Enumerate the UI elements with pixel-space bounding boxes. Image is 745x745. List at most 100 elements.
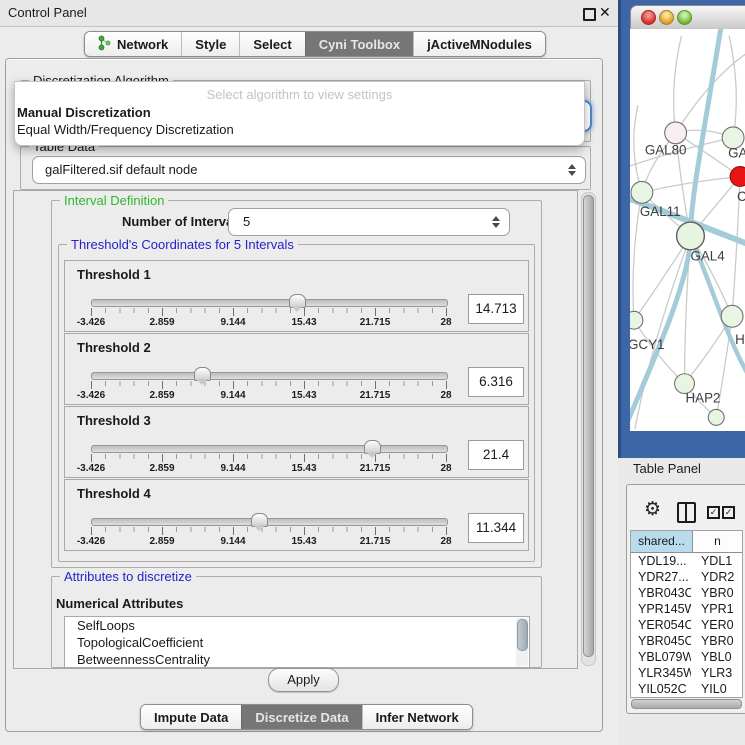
- threshold-slider-handle[interactable]: [251, 513, 268, 527]
- node-attribute-table[interactable]: shared... n YDL19...YDL1YDR27...YDR2YBR0…: [630, 530, 743, 698]
- column-header-shared[interactable]: shared...: [631, 531, 693, 552]
- table-body: YDL19...YDL1YDR27...YDR2YBR043CYBR0YPR14…: [631, 553, 742, 697]
- table-row[interactable]: YPR145WYPR1: [631, 601, 742, 617]
- threshold-slider-track[interactable]: [91, 518, 448, 526]
- checkbox-icon[interactable]: ✓: [722, 506, 735, 519]
- tick-label: 28: [440, 536, 451, 547]
- tab-infer-network[interactable]: Infer Network: [362, 705, 472, 729]
- split-view-icon[interactable]: [677, 502, 696, 523]
- node-gal80[interactable]: [665, 122, 687, 144]
- list-scrollbar[interactable]: [516, 618, 528, 666]
- tab-discretize-data[interactable]: Discretize Data: [241, 705, 361, 729]
- threshold-slider-track[interactable]: [91, 445, 448, 453]
- threshold-label: Threshold 4: [77, 486, 151, 501]
- node-red-selected[interactable]: [730, 167, 745, 187]
- close-icon[interactable]: ✕: [599, 4, 611, 21]
- float-window-icon[interactable]: [583, 8, 596, 21]
- popup-option-equal-width[interactable]: Equal Width/Frequency Discretization: [17, 122, 234, 137]
- threshold-slider-handle[interactable]: [364, 440, 381, 454]
- tab-jactivemnodules[interactable]: jActiveMNodules: [413, 32, 545, 56]
- table-cell: YER0: [691, 617, 742, 633]
- table-cell: YDL19...: [631, 553, 691, 569]
- scrollbar-thumb[interactable]: [583, 195, 594, 657]
- threshold-4-panel: Threshold 4 -3.4262.8599.14415.4321.7152…: [64, 479, 529, 551]
- table-row[interactable]: YBR045CYBR0: [631, 633, 742, 649]
- checkbox-icon[interactable]: ✓: [707, 506, 720, 519]
- table-row[interactable]: YBL079WYBL0: [631, 649, 742, 665]
- node-label-partial: GA: [728, 146, 745, 161]
- node-gcy1[interactable]: [630, 311, 643, 329]
- spinner-value: 5: [243, 214, 250, 229]
- threshold-value-field[interactable]: 6.316: [468, 367, 524, 397]
- tab-label: Style: [195, 37, 226, 52]
- node-bottom[interactable]: [708, 409, 724, 425]
- threshold-label: Threshold 2: [77, 340, 151, 355]
- threshold-value-field[interactable]: 11.344: [468, 513, 524, 543]
- table-data-value: galFiltered.sif default node: [45, 162, 197, 177]
- tab-select[interactable]: Select: [239, 32, 304, 56]
- node-gal4[interactable]: [677, 222, 705, 250]
- threshold-value-field[interactable]: 14.713: [468, 294, 524, 324]
- table-cell: YLR3: [691, 665, 742, 681]
- apply-button[interactable]: Apply: [268, 668, 339, 692]
- slider-scale-labels: -3.4262.8599.14415.4321.71528: [91, 381, 446, 401]
- scrollbar-thumb[interactable]: [517, 619, 528, 651]
- tab-label: Infer Network: [376, 710, 459, 725]
- top-tab-bar: Network Style Select Cyni Toolbox jActiv…: [84, 31, 546, 57]
- numerical-attributes-list[interactable]: SelfLoopsTopologicalCoefficientBetweenne…: [64, 616, 530, 668]
- table-cell: YLR345W: [631, 665, 691, 681]
- popup-hint: Select algorithm to view settings: [15, 87, 584, 102]
- table-cell: YIL0: [691, 681, 742, 697]
- table-row[interactable]: YLR345WYLR3: [631, 665, 742, 681]
- table-row[interactable]: YIL052CYIL0: [631, 681, 742, 697]
- threshold-value-field[interactable]: 21.4: [468, 440, 524, 470]
- table-row[interactable]: YDR27...YDR2: [631, 569, 742, 585]
- table-cell: YPR1: [691, 601, 742, 617]
- tab-label: Impute Data: [154, 710, 228, 725]
- close-traffic-light[interactable]: [641, 10, 656, 25]
- vertical-scrollbar[interactable]: [581, 192, 596, 666]
- threshold-1-panel: Threshold 1 -3.4262.8599.14415.4321.7152…: [64, 260, 529, 332]
- tick-label: 15.43: [291, 463, 316, 474]
- tab-style[interactable]: Style: [181, 32, 239, 56]
- table-row[interactable]: YDL19...YDL1: [631, 553, 742, 569]
- attribute-list-item[interactable]: BetweennessCentrality: [65, 651, 529, 668]
- threshold-slider-handle[interactable]: [289, 294, 306, 308]
- gear-icon[interactable]: ⚙: [644, 498, 661, 521]
- node-gal11[interactable]: [631, 181, 653, 203]
- column-header-name[interactable]: n: [693, 531, 742, 552]
- network-canvas[interactable]: GAL80 GA GAL11 GAL4 GCY1 H HAP2 C: [630, 29, 745, 431]
- table-row[interactable]: YER054CYER0: [631, 617, 742, 633]
- threshold-slider-handle[interactable]: [194, 367, 211, 381]
- popup-option-manual-discretization[interactable]: Manual Discretization: [17, 105, 151, 120]
- threshold-label: Threshold 3: [77, 413, 151, 428]
- node-label-hap2: HAP2: [686, 390, 721, 405]
- minimize-traffic-light[interactable]: [659, 10, 674, 25]
- tab-network[interactable]: Network: [85, 32, 181, 56]
- tick-label: 21.715: [360, 317, 391, 328]
- tab-impute-data[interactable]: Impute Data: [141, 705, 241, 729]
- attribute-list-item[interactable]: SelfLoops: [65, 617, 529, 634]
- tick-label: 2.859: [149, 317, 174, 328]
- group-title: Attributes to discretize: [60, 569, 196, 584]
- tick-label: 28: [440, 390, 451, 401]
- tab-label: jActiveMNodules: [427, 37, 532, 52]
- group-title: Threshold's Coordinates for 5 Intervals: [67, 237, 298, 252]
- node-h[interactable]: [721, 305, 743, 327]
- attribute-list-item[interactable]: TopologicalCoefficient: [65, 634, 529, 651]
- zoom-traffic-light[interactable]: [677, 10, 692, 25]
- threshold-slider-track[interactable]: [91, 299, 448, 307]
- spinner-arrows-icon[interactable]: [492, 216, 500, 228]
- node-label-gal4: GAL4: [690, 249, 725, 264]
- number-of-intervals-spinner[interactable]: 5: [228, 208, 510, 236]
- horizontal-scrollbar-thumb[interactable]: [631, 699, 742, 709]
- table-cell: YER054C: [631, 617, 691, 633]
- numerical-attributes-label: Numerical Attributes: [56, 596, 183, 611]
- slider-scale-labels: -3.4262.8599.14415.4321.71528: [91, 454, 446, 474]
- table-row[interactable]: YBR043CYBR0: [631, 585, 742, 601]
- threshold-slider-track[interactable]: [91, 372, 448, 380]
- tick-label: -3.426: [77, 317, 105, 328]
- tab-cyni-toolbox[interactable]: Cyni Toolbox: [305, 32, 413, 56]
- table-cell: YBL0: [691, 649, 742, 665]
- table-data-combobox[interactable]: galFiltered.sif default node: [32, 156, 586, 184]
